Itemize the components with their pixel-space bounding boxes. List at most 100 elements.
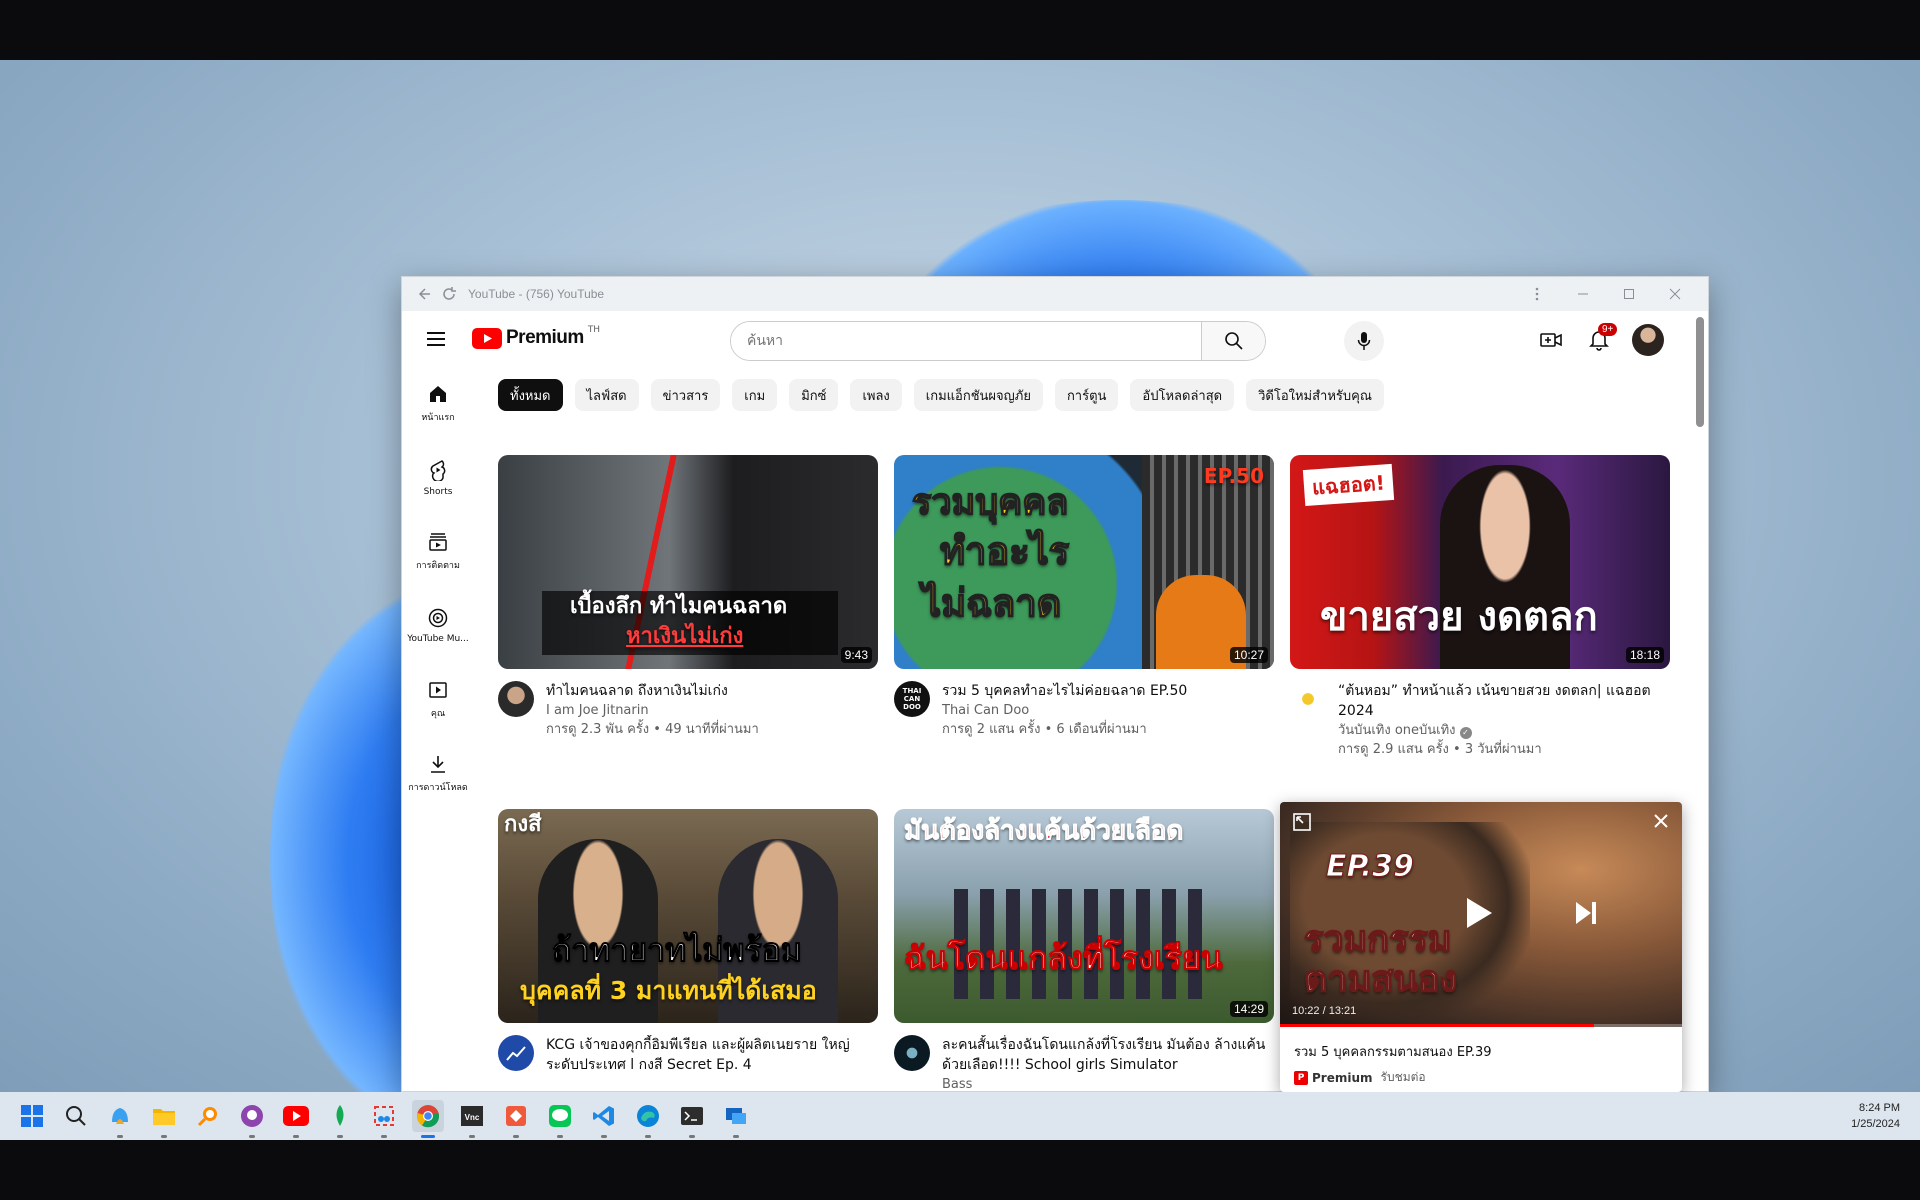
close-miniplayer-icon[interactable]	[1652, 812, 1670, 834]
video-title[interactable]: รวม 5 บุคคลทำอะไรไม่ค่อยฉลาด EP.50	[942, 681, 1274, 701]
channel-name[interactable]: วันบันเทิง oneบันเทิง	[1338, 723, 1456, 738]
remote-desktop-icon[interactable]	[720, 1100, 752, 1138]
miniplayer-title[interactable]: รวม 5 บุคคลกรรมตามสนอง EP.39	[1294, 1041, 1682, 1062]
download-icon	[431, 756, 445, 773]
chrome-icon[interactable]	[412, 1100, 444, 1138]
youtube-premium-logo[interactable]: Premium TH	[472, 325, 600, 349]
copilot-icon[interactable]	[104, 1100, 136, 1138]
mongodb-icon[interactable]	[324, 1100, 356, 1138]
video-stats: การดู 2.3 พัน ครั้ง • 49 นาทีที่ผ่านมา	[546, 722, 759, 737]
file-explorer-icon[interactable]	[148, 1100, 180, 1138]
video-card[interactable]: รวมบุคคล ทำอะไร ไม่ฉลาด EP.50 10:27 THAI…	[894, 455, 1274, 739]
video-title[interactable]: ละคนสั้นเรื่องฉันโดนแกล้งที่โรงเรียน มัน…	[942, 1035, 1274, 1075]
sidebar-item-shorts[interactable]: Shorts	[402, 441, 474, 515]
chip-new-to-you[interactable]: วิดีโอใหม่สำหรับคุณ	[1246, 379, 1384, 411]
letterbox-top	[0, 0, 1920, 60]
video-duration: 18:18	[1625, 647, 1664, 663]
close-button[interactable]	[1652, 277, 1698, 311]
channel-avatar[interactable]	[498, 681, 534, 717]
vscode-icon[interactable]	[588, 1100, 620, 1138]
chip-news[interactable]: ข่าวสาร	[650, 379, 721, 411]
search-everything-icon[interactable]	[192, 1100, 224, 1132]
system-clock[interactable]: 8:24 PM 1/25/2024	[1851, 1100, 1900, 1132]
video-card[interactable]: แฉฮอต! ขายสวย งดตลก 18:18 “ต้นหอม” ทำหน้…	[1290, 455, 1670, 759]
sidebar-item-home[interactable]: หน้าแรก	[402, 367, 474, 441]
video-card[interactable]: เบื้องลึก ทำไมคนฉลาด หาเงินไม่เก่ง 9:43 …	[498, 455, 878, 739]
search-input[interactable]	[731, 322, 1201, 360]
chip-mixes[interactable]: มิกซ์	[789, 379, 839, 411]
chip-live[interactable]: ไลฟ์สด	[574, 379, 639, 411]
expand-miniplayer-icon[interactable]	[1292, 812, 1312, 836]
miniplayer: EP.39 รวมกรรม ตามสนอง 10:22 / 13:21 รวม …	[1280, 802, 1682, 1092]
hamburger-menu-icon[interactable]	[422, 325, 450, 353]
mp-thumb-caption: รวมกรรม	[1303, 919, 1452, 960]
page-scrollbar[interactable]	[1696, 317, 1704, 427]
snipping-tool-icon[interactable]	[368, 1100, 400, 1138]
reload-icon[interactable]	[438, 283, 460, 305]
channel-avatar[interactable]: THAI CAN DOO	[894, 681, 930, 717]
thumb-caption: ถ้าทายาทไม่พร้อม	[552, 931, 803, 969]
channel-name[interactable]: Thai Can Doo	[942, 701, 1274, 720]
chip-recently-uploaded[interactable]: อัปโหลดล่าสุด	[1130, 379, 1235, 411]
you-icon	[429, 682, 447, 698]
sidebar-item-downloads[interactable]: การดาวน์โหลด	[402, 737, 474, 811]
channel-avatar[interactable]	[498, 1035, 534, 1071]
video-title[interactable]: KCG เจ้าของคุกกี้อิมพีเรียล และผู้ผลิตเน…	[546, 1035, 878, 1075]
video-card[interactable]: มันต้องล้างแค้นด้วยเลือด ฉันโดนแกล้งที่โ…	[894, 809, 1274, 1091]
next-video-icon[interactable]	[1574, 900, 1598, 930]
active-indicator	[421, 1135, 435, 1138]
line-app-icon[interactable]	[544, 1100, 576, 1138]
windows-start-icon[interactable]	[16, 1100, 48, 1132]
miniplayer-video[interactable]: EP.39 รวมกรรม ตามสนอง 10:22 / 13:21	[1280, 802, 1682, 1027]
video-title[interactable]: “ต้นหอม” ทำหน้าแล้ว เน้นขายสวย งดตลก| แฉ…	[1338, 681, 1670, 721]
chart-line-icon	[506, 1046, 526, 1061]
sidebar-item-subscriptions[interactable]: การติดตาม	[402, 515, 474, 589]
maximize-button[interactable]	[1606, 277, 1652, 311]
video-thumbnail[interactable]: เบื้องลึก ทำไมคนฉลาด หาเงินไม่เก่ง 9:43	[498, 455, 878, 669]
progress-bar[interactable]	[1280, 1024, 1594, 1027]
anydesk-icon[interactable]	[500, 1100, 532, 1138]
premium-badge-icon: P	[1294, 1070, 1308, 1085]
back-arrow-icon[interactable]	[412, 283, 434, 305]
notification-badge: 9+	[1598, 323, 1618, 336]
sidebar-item-label: การดาวน์โหลด	[408, 783, 468, 793]
search-button[interactable]	[1201, 322, 1265, 360]
shorts-icon	[430, 460, 446, 481]
mp-thumb-caption: ตามสนอง	[1303, 959, 1458, 1000]
chip-action-adventure[interactable]: เกมแอ็กชันผจญภัย	[913, 379, 1043, 411]
sidebar-item-you[interactable]: คุณ	[402, 663, 474, 737]
edge-icon[interactable]	[632, 1100, 664, 1138]
chip-cartoons[interactable]: การ์ตูน	[1054, 379, 1119, 411]
channel-name[interactable]: I am Joe Jitnarin	[546, 701, 878, 720]
terminal-icon[interactable]	[676, 1100, 708, 1138]
thumb-caption-red: หาเงินไม่เก่ง	[626, 624, 744, 649]
chip-all[interactable]: ทั้งหมด	[498, 379, 563, 411]
channel-avatar[interactable]	[1290, 681, 1326, 717]
github-desktop-icon[interactable]	[236, 1100, 268, 1138]
video-title[interactable]: ทำไมคนฉลาด ถึงหาเงินไม่เก่ง	[546, 681, 878, 701]
thumb-caption: บุคคลที่ 3 มาแทนที่ได้เสมอ	[520, 976, 817, 1005]
account-avatar[interactable]	[1632, 324, 1664, 356]
video-thumbnail[interactable]: กงสี ถ้าทายาทไม่พร้อม บุคคลที่ 3 มาแทนที…	[498, 809, 878, 1023]
youtube-app-icon[interactable]	[280, 1100, 312, 1138]
sidebar-item-youtube-music[interactable]: YouTube Mu...	[402, 589, 474, 663]
video-thumbnail[interactable]: รวมบุคคล ทำอะไร ไม่ฉลาด EP.50 10:27	[894, 455, 1274, 669]
create-video-icon[interactable]	[1536, 325, 1566, 355]
letterbox-bottom	[0, 1140, 1920, 1200]
video-thumbnail[interactable]: แฉฮอต! ขายสวย งดตลก 18:18	[1290, 455, 1670, 669]
notifications-bell-icon[interactable]: 9+	[1584, 323, 1618, 355]
voice-search-button[interactable]	[1344, 321, 1384, 361]
chip-gaming[interactable]: เกม	[732, 379, 778, 411]
search-icon[interactable]	[60, 1100, 92, 1132]
video-card[interactable]: กงสี ถ้าทายาทไม่พร้อม บุคคลที่ 3 มาแทนที…	[498, 809, 878, 1075]
minimize-button[interactable]	[1560, 277, 1606, 311]
verified-check-icon: ✓	[1459, 727, 1472, 739]
vnc-viewer-icon[interactable]: Vnc	[456, 1100, 488, 1138]
channel-name[interactable]: Bass	[942, 1075, 1274, 1091]
running-indicator	[249, 1135, 255, 1138]
video-thumbnail[interactable]: มันต้องล้างแค้นด้วยเลือด ฉันโดนแกล้งที่โ…	[894, 809, 1274, 1023]
channel-avatar[interactable]	[894, 1035, 930, 1071]
more-options-icon[interactable]	[1514, 277, 1560, 311]
chip-music[interactable]: เพลง	[850, 379, 902, 411]
play-icon[interactable]	[1464, 896, 1494, 934]
